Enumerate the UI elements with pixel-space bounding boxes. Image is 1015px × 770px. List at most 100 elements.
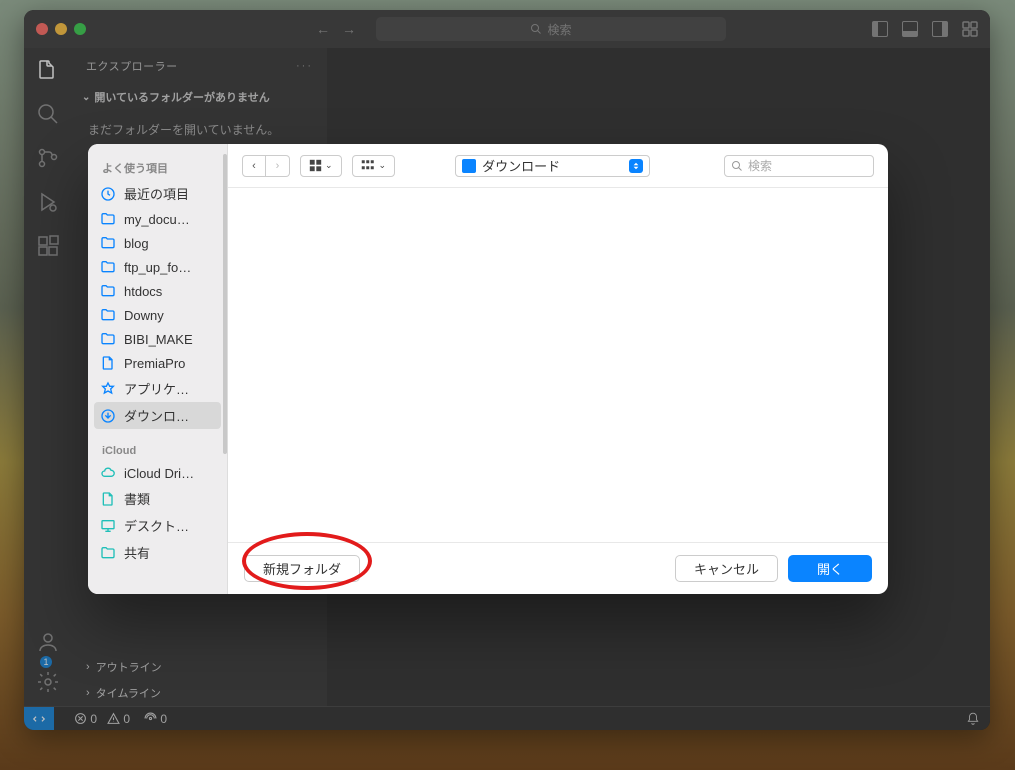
sidebar-item[interactable]: 書類 xyxy=(88,485,227,512)
folder-icon xyxy=(100,307,116,323)
search-icon[interactable] xyxy=(36,102,60,126)
dialog-sidebar: よく使う項目 最近の項目 my_docu…blog ftp_up_fo…htdocs… xyxy=(88,144,228,594)
maximize-window-button[interactable] xyxy=(74,23,86,35)
file-icon xyxy=(100,355,116,371)
sidebar-item[interactable]: ダウンロ… xyxy=(94,402,221,429)
folder-icon xyxy=(100,259,116,275)
sidebar-item[interactable]: デスクト… xyxy=(88,512,227,539)
toggle-panel-icon[interactable] xyxy=(902,21,918,37)
accounts-icon[interactable] xyxy=(36,630,60,654)
settings-gear-icon[interactable] xyxy=(36,670,60,694)
toggle-primary-sidebar-icon[interactable] xyxy=(872,21,888,37)
sidebar-item[interactable]: 最近の項目 xyxy=(88,180,227,207)
command-center-search[interactable]: 検索 xyxy=(376,17,726,41)
folder-icon xyxy=(462,159,476,173)
radio-icon xyxy=(144,712,157,725)
sidebar-item-label: ftp_up_fo… xyxy=(124,260,191,275)
favorites-header: よく使う項目 xyxy=(88,154,227,180)
desktop-icon xyxy=(100,518,116,534)
open-button[interactable]: 開く xyxy=(788,555,872,582)
history-nav: ← → xyxy=(316,21,356,37)
clock-icon xyxy=(100,186,116,202)
timeline-section[interactable]: ›タイムライン xyxy=(72,680,327,706)
view-group-button[interactable]: ⌄ xyxy=(352,155,396,177)
run-debug-icon[interactable] xyxy=(36,190,60,214)
file-open-dialog: よく使う項目 最近の項目 my_docu…blog ftp_up_fo…htdocs… xyxy=(88,144,888,594)
explorer-header: エクスプローラー ··· xyxy=(72,48,327,83)
sidebar-footer: ›アウトライン ›タイムライン xyxy=(72,654,327,706)
problems-indicator[interactable]: 0 0 xyxy=(74,712,130,726)
accounts-badge: 1 xyxy=(40,656,52,668)
traffic-lights xyxy=(36,23,86,35)
location-label: ダウンロード xyxy=(482,156,560,175)
dialog-main: ‹ › ⌄ ⌄ ダウンロード 検索 新規フォルダ キャンセル 開く xyxy=(228,144,888,594)
sidebar-item-label: デスクト… xyxy=(124,516,189,535)
chevron-right-icon: › xyxy=(86,661,90,673)
folder-icon xyxy=(100,283,116,299)
view-icon-button[interactable]: ⌄ xyxy=(300,155,342,177)
outline-section[interactable]: ›アウトライン xyxy=(72,654,327,680)
sidebar-item[interactable]: アプリケ… xyxy=(88,375,227,402)
customize-layout-icon[interactable] xyxy=(962,21,978,37)
open-folders-section[interactable]: ⌄ 開いているフォルダーがありません xyxy=(72,83,327,111)
forward-button[interactable]: → xyxy=(342,21,356,37)
dialog-footer: 新規フォルダ キャンセル 開く xyxy=(228,542,888,594)
sidebar-scrollbar[interactable] xyxy=(223,154,227,454)
sidebar-item[interactable]: 共有 xyxy=(88,539,227,566)
layout-controls xyxy=(872,21,978,37)
sidebar-item[interactable]: iCloud Dri… xyxy=(88,461,227,485)
error-icon xyxy=(74,712,87,725)
extensions-icon[interactable] xyxy=(36,234,60,258)
remote-indicator[interactable] xyxy=(24,707,54,731)
sidebar-item-label: PremiaPro xyxy=(124,356,185,371)
close-window-button[interactable] xyxy=(36,23,48,35)
new-folder-button[interactable]: 新規フォルダ xyxy=(244,555,360,582)
notifications-bell-icon[interactable] xyxy=(966,712,980,726)
sidebar-item[interactable]: my_docu… xyxy=(88,207,227,231)
dialog-toolbar: ‹ › ⌄ ⌄ ダウンロード 検索 xyxy=(228,144,888,188)
source-control-icon[interactable] xyxy=(36,146,60,170)
sidebar-item[interactable]: Downy xyxy=(88,303,227,327)
section-label: 開いているフォルダーがありません xyxy=(94,89,269,105)
dialog-search-input[interactable]: 検索 xyxy=(724,155,874,177)
forward-button[interactable]: › xyxy=(266,155,290,177)
folder-icon xyxy=(100,545,116,561)
location-dropdown[interactable]: ダウンロード xyxy=(455,155,650,177)
dropdown-chevron-icon xyxy=(629,159,643,173)
minimize-window-button[interactable] xyxy=(55,23,67,35)
toggle-secondary-sidebar-icon[interactable] xyxy=(932,21,948,37)
activity-bar: 1 xyxy=(24,48,72,706)
folder-icon xyxy=(100,331,116,347)
sidebar-item[interactable]: BIBI_MAKE xyxy=(88,327,227,351)
sidebar-item-label: Downy xyxy=(124,308,164,323)
sidebar-item-label: アプリケ… xyxy=(124,379,189,398)
sidebar-item[interactable]: PremiaPro xyxy=(88,351,227,375)
ports-indicator[interactable]: 0 xyxy=(144,712,167,726)
search-placeholder: 検索 xyxy=(748,157,772,174)
back-button[interactable]: ‹ xyxy=(242,155,266,177)
search-icon xyxy=(731,160,743,172)
chevron-right-icon: › xyxy=(86,687,90,699)
file-listing-area[interactable] xyxy=(228,188,888,542)
sidebar-item-label: 最近の項目 xyxy=(124,184,189,203)
folder-icon xyxy=(100,235,116,251)
sidebar-item[interactable]: htdocs xyxy=(88,279,227,303)
sidebar-item-label: ダウンロ… xyxy=(124,406,189,425)
sidebar-item-label: iCloud Dri… xyxy=(124,466,194,481)
cancel-button[interactable]: キャンセル xyxy=(675,555,778,582)
sidebar-item-label: blog xyxy=(124,236,149,251)
empty-state-text: まだフォルダーを開いていません。 xyxy=(72,111,327,148)
icloud-header: iCloud xyxy=(88,439,227,461)
back-button[interactable]: ← xyxy=(316,21,330,37)
sidebar-item-label: my_docu… xyxy=(124,212,190,227)
nav-back-forward: ‹ › xyxy=(242,155,290,177)
sidebar-item[interactable]: ftp_up_fo… xyxy=(88,255,227,279)
sidebar-item-label: 共有 xyxy=(124,543,150,562)
warning-icon xyxy=(107,712,120,725)
explorer-icon[interactable] xyxy=(36,58,60,82)
file-icon xyxy=(100,491,116,507)
app-icon xyxy=(100,381,116,397)
sidebar-item[interactable]: blog xyxy=(88,231,227,255)
explorer-more-icon[interactable]: ··· xyxy=(296,60,313,72)
status-bar: 0 0 0 xyxy=(24,706,990,730)
